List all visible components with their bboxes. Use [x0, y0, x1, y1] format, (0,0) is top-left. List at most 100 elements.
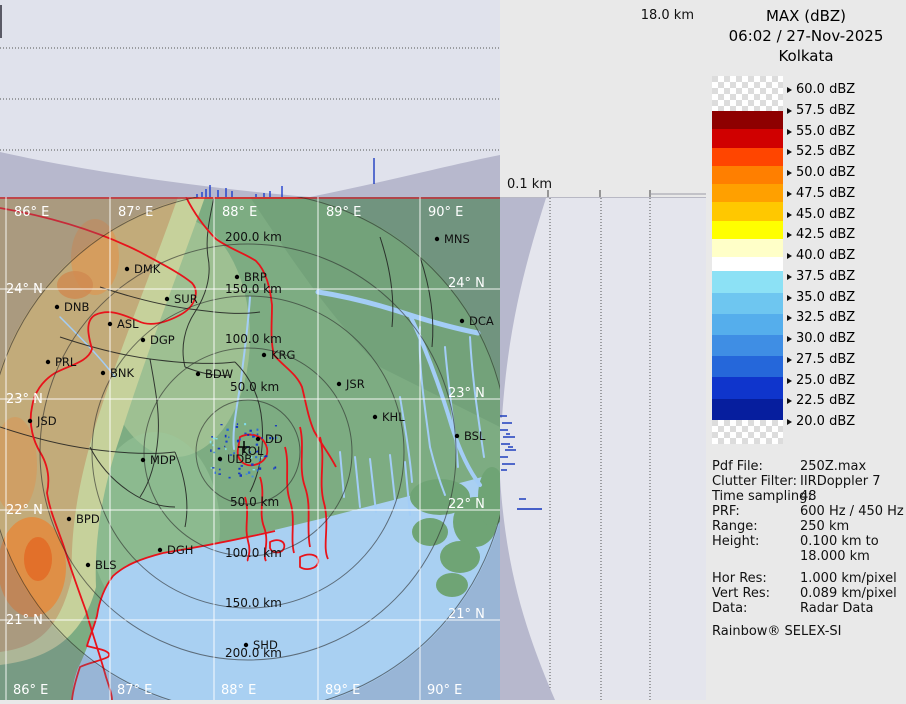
- city-label: SUR: [174, 292, 198, 306]
- lon-label-top: 87° E: [118, 205, 153, 220]
- colorbar-checker-band: [712, 76, 783, 111]
- metadata-row: Range:250 km: [712, 519, 904, 534]
- lon-label-top: 89° E: [326, 205, 361, 220]
- city-label: BLS: [95, 558, 117, 572]
- product-title: MAX (dBZ): [706, 6, 906, 26]
- colorbar-band: [712, 202, 783, 220]
- metadata-row: Hor Res:1.000 km/pixel: [712, 571, 904, 586]
- metadata-row: Data:Radar Data: [712, 601, 904, 616]
- dbz-tick-label: 37.5 dBZ: [787, 270, 855, 284]
- product-timestamp: 06:02 / 27-Nov-2025: [706, 26, 906, 46]
- city-label: MDP: [150, 453, 176, 467]
- colorbar-checker-band: [712, 420, 783, 444]
- city-label: DGP: [150, 333, 175, 347]
- legend-header: MAX (dBZ) 06:02 / 27-Nov-2025 Kolkata: [706, 6, 906, 66]
- dbz-tick-label: 47.5 dBZ: [787, 187, 855, 201]
- side-height-projection-panel: [500, 197, 706, 700]
- height-axis-area: 18.0 km 0.1 km: [500, 0, 706, 197]
- city-label: BRP: [244, 270, 267, 284]
- city-label: JSR: [345, 377, 365, 391]
- lon-label-top: 90° E: [428, 205, 463, 220]
- lat-label-left: 23° N: [6, 392, 43, 407]
- metadata-row: Time sampling:48: [712, 489, 904, 504]
- lon-label-bottom: 90° E: [427, 683, 462, 698]
- city-label: SHD: [253, 638, 278, 652]
- product-metadata: Pdf File:250Z.maxClutter Filter:IIRDoppl…: [712, 459, 904, 616]
- colorbar-band: [712, 184, 783, 202]
- dbz-tick-label: 32.5 dBZ: [787, 311, 855, 325]
- dbz-tick-label: 50.0 dBZ: [787, 166, 855, 180]
- station-name: Kolkata: [706, 46, 906, 66]
- range-ring-label: 100.0 km: [225, 546, 282, 560]
- colorbar-band: [712, 166, 783, 184]
- top-height-projection-panel: [0, 0, 500, 197]
- city-label: ASL: [117, 317, 139, 331]
- city-label: MNS: [444, 232, 470, 246]
- lat-label-right: 23° N: [448, 386, 485, 401]
- tick-arrow-icon: [787, 315, 792, 321]
- city-label: BSL: [464, 429, 486, 443]
- legend-panel: MAX (dBZ) 06:02 / 27-Nov-2025 Kolkata 60…: [706, 0, 906, 700]
- colorbar-band: [712, 271, 783, 292]
- city-label: DGH: [167, 543, 193, 557]
- tick-arrow-icon: [787, 149, 792, 155]
- city-label: BPD: [76, 512, 100, 526]
- range-ring-label: 100.0 km: [225, 332, 282, 346]
- lon-label-top: 86° E: [14, 205, 49, 220]
- metadata-row: Vert Res:0.089 km/pixel: [712, 586, 904, 601]
- dbz-tick-label: 45.0 dBZ: [787, 208, 855, 222]
- side-projection-plot: [500, 198, 706, 700]
- tick-arrow-icon: [787, 212, 792, 218]
- lat-label-left: 22° N: [6, 503, 43, 518]
- dbz-colorbar: [712, 76, 783, 445]
- dbz-tick-label: 20.0 dBZ: [787, 415, 855, 429]
- lat-label-right: 22° N: [448, 497, 485, 512]
- dbz-tick-label: 42.5 dBZ: [787, 228, 855, 242]
- lon-label-bottom: 87° E: [117, 683, 152, 698]
- city-label: DMK: [134, 262, 161, 276]
- metadata-row: Clutter Filter:IIRDoppler 7: [712, 474, 904, 489]
- tick-arrow-icon: [787, 336, 792, 342]
- city-label: JSD: [36, 414, 57, 428]
- colorbar-band: [712, 377, 783, 398]
- tick-arrow-icon: [787, 232, 792, 238]
- lon-label-top: 88° E: [222, 205, 257, 220]
- tick-arrow-icon: [787, 108, 792, 114]
- metadata-row: PRF:600 Hz / 450 Hz: [712, 504, 904, 519]
- tick-arrow-icon: [787, 129, 792, 135]
- lon-label-bottom: 86° E: [13, 683, 48, 698]
- range-ring-label: 200.0 km: [225, 230, 282, 244]
- colorbar-band: [712, 239, 783, 257]
- lon-label-bottom: 88° E: [221, 683, 256, 698]
- colorbar-band: [712, 111, 783, 129]
- colorbar-band: [712, 399, 783, 420]
- dbz-tick-label: 55.0 dBZ: [787, 125, 855, 139]
- colorbar-band: [712, 148, 783, 166]
- dbz-tick-label: 27.5 dBZ: [787, 353, 855, 367]
- colorbar-band: [712, 257, 783, 271]
- city-label: DD: [265, 432, 283, 446]
- lon-label-bottom: 89° E: [325, 683, 360, 698]
- city-label: DNB: [64, 300, 89, 314]
- radar-map-panel[interactable]: 86° E 86° E 87° E 87° E 88° E 88° E 89° E 89° E…: [0, 197, 500, 700]
- tick-arrow-icon: [787, 357, 792, 363]
- city-label: BDW: [205, 367, 233, 381]
- lat-label-left: 24° N: [6, 282, 43, 297]
- dbz-tick-label: 60.0 dBZ: [787, 83, 855, 97]
- radar-product-screen: { "header": { "title": "MAX (dBZ)", "tim…: [0, 0, 906, 700]
- software-credit: Rainbow® SELEX-SI: [712, 624, 842, 639]
- metadata-row: Pdf File:250Z.max: [712, 459, 904, 474]
- range-ring-label: 150.0 km: [225, 282, 282, 296]
- range-ring-label: 50.0 km: [230, 380, 279, 394]
- city-label: BNK: [110, 366, 134, 380]
- colorbar-band: [712, 356, 783, 377]
- dbz-tick-label: 30.0 dBZ: [787, 332, 855, 346]
- tick-arrow-icon: [787, 398, 792, 404]
- radar-map[interactable]: 86° E 86° E 87° E 87° E 88° E 88° E 89° E 89° E…: [0, 197, 500, 700]
- dbz-tick-label: 25.0 dBZ: [787, 374, 855, 388]
- tick-arrow-icon: [787, 87, 792, 93]
- tick-arrow-icon: [787, 378, 792, 384]
- colorbar-band: [712, 335, 783, 356]
- colorbar-band: [712, 129, 783, 147]
- metadata-row: Height:0.100 km to: [712, 534, 904, 549]
